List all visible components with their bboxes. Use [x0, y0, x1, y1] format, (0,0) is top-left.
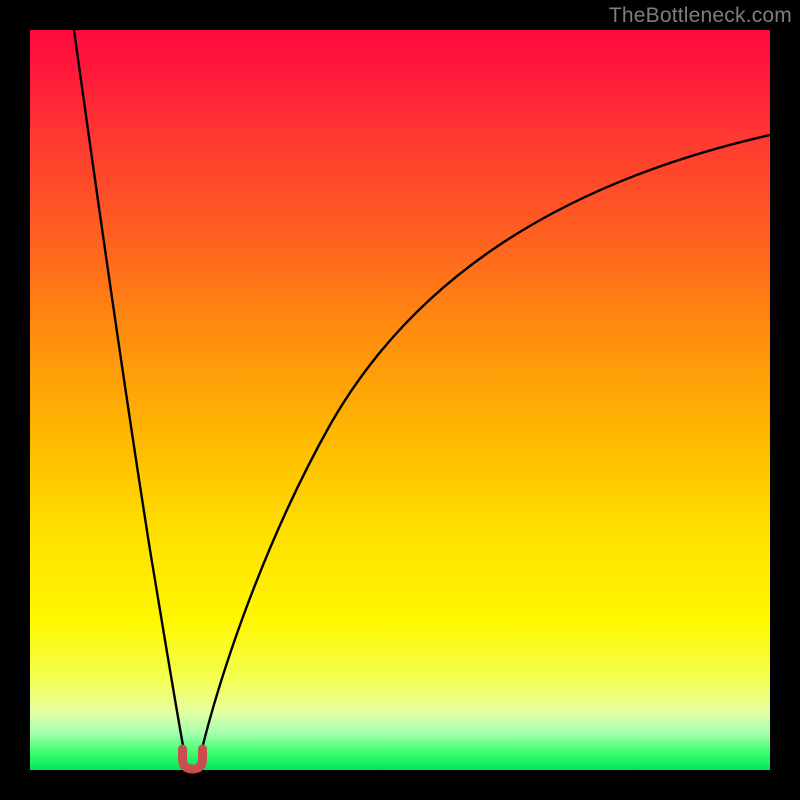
curve-left-branch: [74, 30, 186, 762]
u-marker-icon: [183, 749, 203, 769]
plot-area: [30, 30, 770, 770]
optimum-marker: [183, 749, 203, 769]
curve-right-branch: [199, 135, 770, 762]
outer-frame: TheBottleneck.com: [0, 0, 800, 800]
bottleneck-curve: [30, 30, 770, 770]
watermark-text: TheBottleneck.com: [609, 4, 792, 28]
